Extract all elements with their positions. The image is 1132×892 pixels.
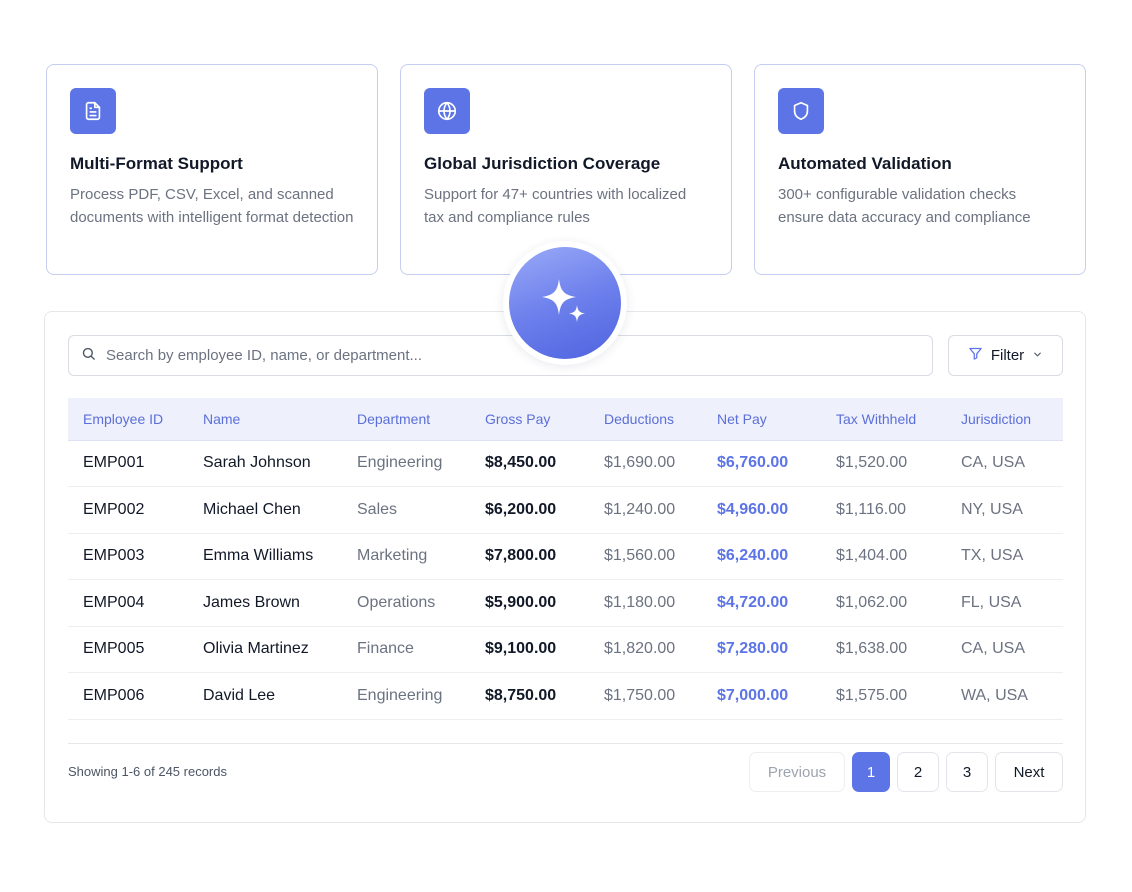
cell-department: Finance	[342, 626, 470, 673]
records-summary: Showing 1-6 of 245 records	[68, 764, 227, 779]
cell-jurisdiction: CA, USA	[946, 626, 1063, 673]
cell-department: Engineering	[342, 672, 470, 720]
feature-card-validation: Automated Validation 300+ configurable v…	[754, 64, 1086, 275]
filter-icon	[968, 346, 983, 365]
table-row[interactable]: EMP002 Michael Chen Sales $6,200.00 $1,2…	[68, 486, 1063, 534]
column-header-jurisdiction[interactable]: Jurisdiction	[946, 398, 1063, 441]
cell-name: David Lee	[188, 672, 342, 720]
feature-card-multi-format: Multi-Format Support Process PDF, CSV, E…	[46, 64, 378, 275]
cell-gross-pay: $9,100.00	[470, 626, 589, 673]
search-icon	[81, 346, 96, 366]
cell-net-pay: $6,240.00	[702, 533, 821, 580]
feature-description: 300+ configurable validation checks ensu…	[778, 186, 1031, 226]
filter-button[interactable]: Filter	[948, 335, 1063, 376]
cell-deductions: $1,690.00	[589, 440, 702, 487]
feature-title: Automated Validation	[778, 154, 952, 173]
cell-name: Michael Chen	[188, 486, 342, 534]
cell-gross-pay: $5,900.00	[470, 579, 589, 627]
page-button-3[interactable]: 3	[946, 752, 988, 792]
globe-icon	[424, 88, 470, 134]
document-icon	[70, 88, 116, 134]
column-header-net-pay[interactable]: Net Pay	[702, 398, 821, 441]
feature-title: Multi-Format Support	[70, 154, 243, 173]
table-row[interactable]: EMP004 James Brown Operations $5,900.00 …	[68, 579, 1063, 627]
filter-label: Filter	[990, 347, 1025, 364]
page-button-2[interactable]: 2	[897, 752, 939, 792]
next-page-button[interactable]: Next	[995, 752, 1063, 792]
feature-description: Support for 47+ countries with localized…	[424, 186, 687, 226]
cell-employee-id: EMP002	[68, 486, 188, 534]
cell-tax-withheld: $1,404.00	[821, 533, 946, 580]
payroll-panel: Filter Employee ID Name Department Gross…	[44, 311, 1086, 823]
footer-divider	[68, 743, 1063, 744]
cell-gross-pay: $8,450.00	[470, 440, 589, 487]
search-input[interactable]	[106, 347, 866, 364]
cell-name: Sarah Johnson	[188, 440, 342, 487]
cell-employee-id: EMP004	[68, 579, 188, 627]
cell-net-pay: $4,720.00	[702, 579, 821, 627]
cell-department: Marketing	[342, 533, 470, 580]
cell-name: Emma Williams	[188, 533, 342, 580]
cell-tax-withheld: $1,116.00	[821, 486, 946, 534]
cell-name: James Brown	[188, 579, 342, 627]
table-header-row: Employee ID Name Department Gross Pay De…	[68, 398, 1063, 441]
column-header-deductions[interactable]: Deductions	[589, 398, 702, 441]
cell-deductions: $1,180.00	[589, 579, 702, 627]
feature-description: Process PDF, CSV, Excel, and scanned doc…	[70, 186, 354, 226]
shield-icon	[778, 88, 824, 134]
chevron-down-icon	[1032, 347, 1043, 364]
cell-tax-withheld: $1,520.00	[821, 440, 946, 487]
column-header-name[interactable]: Name	[188, 398, 342, 441]
cell-net-pay: $4,960.00	[702, 486, 821, 534]
cell-employee-id: EMP001	[68, 440, 188, 487]
payroll-table: Employee ID Name Department Gross Pay De…	[68, 398, 1063, 720]
column-header-tax-withheld[interactable]: Tax Withheld	[821, 398, 946, 441]
cell-net-pay: $6,760.00	[702, 440, 821, 487]
cell-jurisdiction: WA, USA	[946, 672, 1063, 720]
cell-deductions: $1,820.00	[589, 626, 702, 673]
column-header-employee-id[interactable]: Employee ID	[68, 398, 188, 441]
cell-gross-pay: $6,200.00	[470, 486, 589, 534]
cell-deductions: $1,750.00	[589, 672, 702, 720]
cell-jurisdiction: TX, USA	[946, 533, 1063, 580]
cell-employee-id: EMP005	[68, 626, 188, 673]
cell-jurisdiction: NY, USA	[946, 486, 1063, 534]
page-button-1[interactable]: 1	[852, 752, 890, 792]
column-header-gross-pay[interactable]: Gross Pay	[470, 398, 589, 441]
cell-employee-id: EMP006	[68, 672, 188, 720]
table-row[interactable]: EMP006 David Lee Engineering $8,750.00 $…	[68, 672, 1063, 720]
cell-department: Engineering	[342, 440, 470, 487]
sparkle-icon	[509, 247, 621, 359]
cell-gross-pay: $7,800.00	[470, 533, 589, 580]
cell-tax-withheld: $1,062.00	[821, 579, 946, 627]
cell-department: Operations	[342, 579, 470, 627]
ai-badge	[503, 241, 627, 365]
column-header-department[interactable]: Department	[342, 398, 470, 441]
cell-gross-pay: $8,750.00	[470, 672, 589, 720]
feature-title: Global Jurisdiction Coverage	[424, 154, 661, 173]
table-row[interactable]: EMP001 Sarah Johnson Engineering $8,450.…	[68, 440, 1063, 487]
search-bar[interactable]	[68, 335, 933, 376]
cell-net-pay: $7,280.00	[702, 626, 821, 673]
table-row[interactable]: EMP005 Olivia Martinez Finance $9,100.00…	[68, 626, 1063, 673]
cell-jurisdiction: FL, USA	[946, 579, 1063, 627]
cell-tax-withheld: $1,575.00	[821, 672, 946, 720]
cell-net-pay: $7,000.00	[702, 672, 821, 720]
cell-department: Sales	[342, 486, 470, 534]
cell-jurisdiction: CA, USA	[946, 440, 1063, 487]
cell-tax-withheld: $1,638.00	[821, 626, 946, 673]
previous-page-button[interactable]: Previous	[749, 752, 845, 792]
cell-deductions: $1,240.00	[589, 486, 702, 534]
cell-name: Olivia Martinez	[188, 626, 342, 673]
cell-employee-id: EMP003	[68, 533, 188, 580]
cell-deductions: $1,560.00	[589, 533, 702, 580]
table-row[interactable]: EMP003 Emma Williams Marketing $7,800.00…	[68, 533, 1063, 580]
